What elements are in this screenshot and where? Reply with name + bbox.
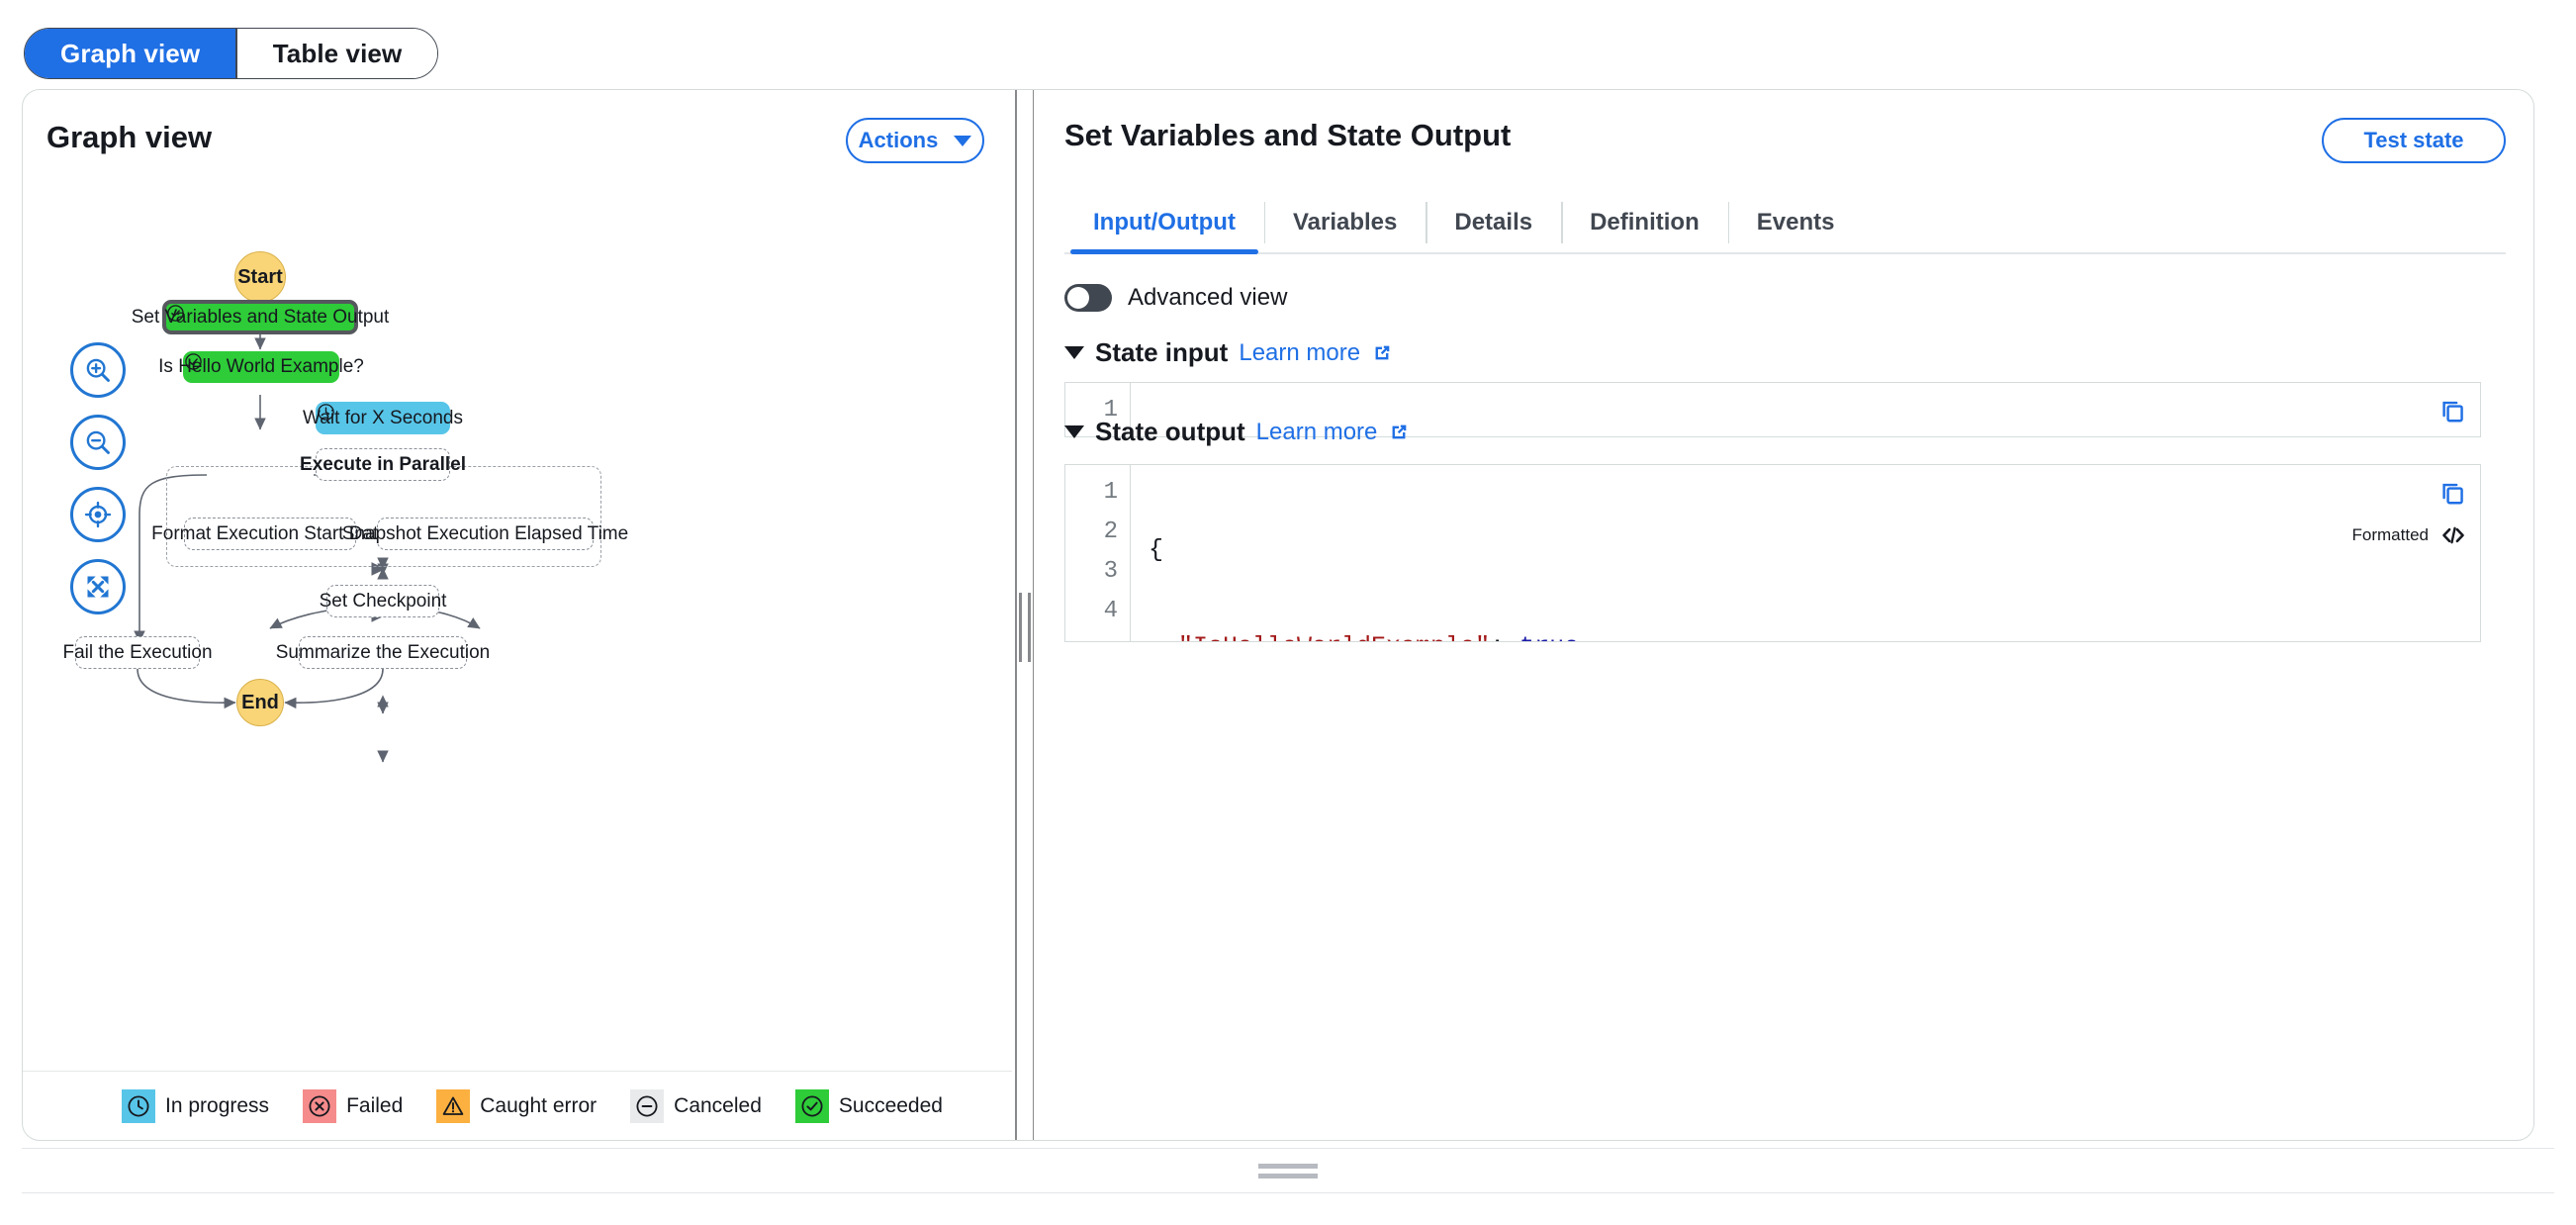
line-number: 2 (1103, 518, 1118, 545)
external-link-icon[interactable] (1388, 422, 1410, 443)
state-output-header: State output Learn more (1064, 417, 1410, 447)
check-circle-icon (167, 305, 184, 322)
x-circle-icon (303, 1088, 337, 1123)
line-number: 3 (1103, 558, 1118, 585)
tab-table-view[interactable]: Table view (236, 29, 438, 78)
node-start-label: Start (237, 265, 283, 288)
collapse-triangle-icon[interactable] (1064, 425, 1084, 438)
copy-icon[interactable] (2438, 479, 2466, 507)
state-input-title: State input (1095, 337, 1229, 367)
clock-icon (122, 1088, 155, 1123)
state-input-header: State input Learn more (1064, 337, 1393, 368)
legend-label-caught-error: Caught error (480, 1093, 598, 1117)
detail-tabs: Input/Output Variables Details Definitio… (1064, 193, 2506, 254)
tab-input-output[interactable]: Input/Output (1064, 193, 1264, 254)
node-fail-the-execution[interactable]: Fail the Execution (62, 636, 213, 669)
graph-pane: Graph view Actions Start Set Variables a… (23, 90, 1012, 1140)
legend-item-caught-error: Caught error (436, 1088, 598, 1123)
tab-graph-view[interactable]: Graph view (25, 29, 236, 78)
collapse-triangle-icon[interactable] (1064, 346, 1084, 359)
external-link-icon[interactable] (1371, 342, 1393, 364)
graph-canvas[interactable]: Start Set Variables and State Output Is … (23, 229, 1012, 1159)
advanced-view-row: Advanced view (1064, 284, 1287, 312)
legend-item-canceled: Canceled (630, 1088, 762, 1123)
state-output-title: State output (1095, 417, 1245, 446)
node-summarize-the-execution[interactable]: Summarize the Execution (276, 636, 490, 669)
test-state-button[interactable]: Test state (2322, 118, 2506, 163)
node-snapshot-elapsed-label: Snapshot Execution Elapsed Time (341, 522, 629, 544)
parallel-group-container[interactable] (166, 466, 601, 567)
graph-status-legend: In progress Failed Caught error Canceled… (23, 1071, 1012, 1140)
legend-label-succeeded: Succeeded (838, 1093, 943, 1117)
splitter-grip[interactable] (1018, 593, 1031, 662)
minus-circle-icon (630, 1088, 665, 1123)
code-line-1: { (1149, 530, 2480, 570)
node-is-hello-world-example[interactable]: Is Hello World Example? (158, 351, 364, 383)
node-snapshot-execution-elapsed-time[interactable]: Snapshot Execution Elapsed Time (342, 518, 628, 550)
page-root: Graph view Table view Graph view Actions (0, 0, 2576, 1225)
state-output-learn-more-link[interactable]: Learn more (1256, 419, 1378, 446)
toggle-knob (1067, 287, 1089, 309)
node-fail-execution-label: Fail the Execution (62, 641, 213, 663)
node-end[interactable]: End (236, 679, 284, 726)
chevron-down-icon (954, 135, 972, 146)
advanced-view-toggle[interactable] (1064, 284, 1112, 312)
formatted-label: Formatted (2351, 525, 2429, 544)
tab-events[interactable]: Events (1727, 193, 1864, 252)
json-key-is-hello-world-example: "IsHelloWorldExample" (1178, 632, 1490, 641)
legend-label-canceled: Canceled (674, 1093, 762, 1117)
state-output-line-numbers: 1 2 3 4 (1065, 465, 1131, 641)
check-circle-icon (185, 353, 202, 370)
code-line-2: "IsHelloWorldExample": true, (1149, 627, 2480, 641)
main-card: Graph view Actions Start Set Variables a… (22, 89, 2534, 1141)
node-summarize-label: Summarize the Execution (275, 641, 491, 663)
advanced-view-label: Advanced view (1128, 284, 1288, 311)
panel-splitter[interactable] (1012, 90, 1037, 1140)
legend-label-failed: Failed (346, 1093, 404, 1117)
json-value-is-hello-world-example: true (1519, 632, 1579, 641)
bottom-resize-handle[interactable] (22, 1148, 2554, 1193)
state-output-code-box[interactable]: 1 2 3 4 { "IsHelloWorldExample": true, "… (1064, 464, 2481, 642)
node-execute-in-parallel-label: Execute in Parallel (300, 453, 466, 475)
node-set-checkpoint[interactable]: Set Checkpoint (320, 585, 446, 617)
resize-grip-icon (1258, 1163, 1318, 1178)
line-number: 4 (1103, 598, 1118, 624)
node-start[interactable]: Start (234, 251, 286, 303)
node-end-label: End (241, 691, 279, 713)
detail-pane: Set Variables and State Output Test stat… (1037, 90, 2533, 1140)
tab-definition[interactable]: Definition (1561, 193, 1728, 252)
tab-details[interactable]: Details (1426, 193, 1561, 252)
node-set-checkpoint-label: Set Checkpoint (319, 590, 447, 612)
json-brace-open: { (1149, 535, 1164, 564)
legend-item-failed: Failed (303, 1088, 404, 1123)
view-toggle: Graph view Table view (24, 28, 439, 79)
actions-button[interactable]: Actions (846, 118, 984, 163)
node-execute-in-parallel-header[interactable]: Execute in Parallel (300, 448, 466, 481)
node-set-variables-and-state-output[interactable]: Set Variables and State Output (132, 300, 389, 334)
actions-button-label: Actions (858, 128, 939, 152)
legend-item-succeeded: Succeeded (794, 1088, 943, 1123)
legend-item-in-progress: In progress (122, 1088, 270, 1123)
node-format-execution-start-date[interactable]: Format Execution Start Date (151, 518, 389, 550)
warning-triangle-icon (436, 1088, 471, 1123)
state-input-learn-more-link[interactable]: Learn more (1239, 339, 1360, 367)
formatted-row: Formatted (2352, 522, 2466, 548)
graph-view-title: Graph view (46, 120, 213, 154)
check-circle-icon (794, 1088, 829, 1123)
line-number: 1 (1103, 479, 1118, 506)
code-brackets-icon[interactable] (2440, 522, 2466, 548)
copy-icon[interactable] (2438, 397, 2466, 424)
legend-label-in-progress: In progress (165, 1093, 270, 1117)
clock-icon (318, 404, 334, 421)
state-output-code[interactable]: { "IsHelloWorldExample": true, "Executio… (1131, 465, 2480, 641)
node-wait-for-x-seconds[interactable]: Wait for X Seconds (303, 402, 463, 434)
test-state-label: Test state (2363, 128, 2464, 152)
state-title: Set Variables and State Output (1064, 118, 1512, 152)
tab-variables[interactable]: Variables (1263, 193, 1426, 252)
